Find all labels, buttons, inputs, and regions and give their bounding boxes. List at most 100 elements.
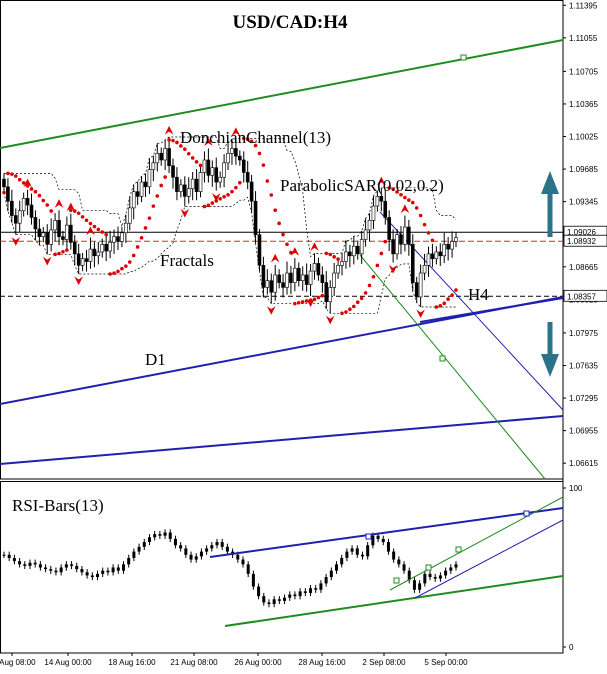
sar-dot (281, 232, 285, 237)
candle-body (25, 198, 30, 206)
candle-body (96, 251, 101, 257)
rsi-bar-body (371, 535, 375, 546)
y-tick-label: 1.06615 (569, 459, 598, 468)
candle-body (171, 165, 175, 178)
candle-body (399, 234, 403, 245)
candle-body (273, 274, 278, 293)
candle-body (72, 242, 77, 255)
sar-dot (198, 163, 203, 168)
candle-body (293, 267, 297, 283)
candle-body (391, 239, 395, 255)
x-tick-label: 5 Sep 00:00 (424, 658, 468, 667)
sar-dot (340, 311, 344, 316)
sar-dot (430, 238, 435, 243)
rsi-bar-body (340, 557, 344, 565)
rsi-bar-body (194, 556, 198, 560)
candle-body (100, 243, 105, 253)
sar-dot (403, 195, 407, 200)
candle-body (403, 226, 407, 245)
y-tick-label: 1.11055 (569, 34, 598, 43)
sar-dot (100, 230, 105, 234)
rsi-bar-body (283, 597, 287, 601)
candle-body (454, 237, 458, 242)
candle-body (179, 184, 183, 192)
annotation-label: D1 (145, 350, 166, 369)
rsi-bar-body (433, 577, 437, 579)
candle-body (296, 267, 301, 281)
sar-dot (159, 183, 164, 188)
rsi-y-tick-label: 0 (569, 643, 574, 652)
candle-body (379, 196, 384, 202)
candle-body (300, 274, 305, 281)
rsi-anchor (425, 564, 432, 571)
candle-body (324, 282, 329, 303)
rsi-bar-body (381, 538, 385, 543)
sar-dot (344, 310, 348, 314)
candle-body (245, 172, 250, 183)
candle-body (367, 220, 372, 231)
candle-body (257, 234, 262, 266)
candle-body (352, 245, 356, 257)
candle-body (238, 155, 242, 161)
candle-body (147, 169, 152, 188)
candle-body (281, 282, 285, 288)
rsi-bar-body (225, 546, 229, 552)
x-tick-label: 18 Aug 16:00 (108, 658, 156, 667)
sar-dot (328, 252, 333, 257)
rsi-bar-body (319, 583, 323, 590)
rsi-bar-body (33, 562, 37, 565)
candle-body (234, 148, 238, 157)
price-label-text: 1.08932 (567, 237, 596, 246)
candle-body (285, 272, 289, 288)
rsi-bar-body (215, 542, 219, 546)
y-tick-label: 1.08665 (569, 263, 598, 272)
sar-dot (226, 193, 230, 197)
sar-dot (190, 156, 195, 160)
x-tick-label: 14 Aug 00:00 (44, 658, 92, 667)
sar-dot (53, 252, 57, 257)
sar-dot (155, 194, 160, 198)
candle-body (10, 200, 14, 216)
sar-dot (218, 196, 222, 201)
sar-dot (139, 235, 144, 240)
rsi-anchor (455, 546, 462, 553)
x-tick-label: 21 Aug 08:00 (170, 658, 218, 667)
sar-dot (57, 251, 61, 256)
candle-body (21, 198, 26, 212)
sar-dot (230, 189, 234, 194)
candle-body (84, 258, 89, 262)
rsi-bar-body (376, 535, 380, 539)
candle-body (434, 251, 439, 259)
rsi-bar-body (303, 591, 307, 593)
rsi-bar-body (142, 542, 146, 547)
candle-body (80, 258, 85, 266)
rsi-bar-body (173, 538, 177, 546)
y-tick-label: 1.10365 (569, 100, 598, 109)
sar-dot (407, 198, 411, 202)
sar-dot (76, 211, 81, 216)
rsi-bar-body (309, 588, 313, 593)
rsi-bar-body (205, 548, 209, 552)
sar-dot (96, 227, 101, 232)
rsi-bar-body (163, 532, 167, 536)
candle-body (442, 243, 447, 257)
rsi-bar-body (355, 548, 359, 555)
candle-body (167, 148, 171, 167)
sar-dot (120, 266, 124, 271)
rsi-bar-body (288, 594, 292, 598)
main-pane-frame (0, 0, 564, 480)
rsi-bar-body (90, 575, 94, 578)
x-tick-label: 13 Aug 08:00 (0, 658, 36, 667)
rsi-bar-body (236, 554, 240, 560)
sar-dot (418, 213, 423, 218)
sar-dot (65, 248, 69, 252)
candle-body (186, 188, 191, 197)
rsi-anchor (523, 510, 530, 517)
sar-dot (194, 160, 199, 164)
candle-body (131, 191, 136, 209)
sar-dot (92, 224, 97, 229)
price-label-text: 1.08357 (567, 292, 596, 301)
candle-body (340, 261, 344, 266)
rsi-anchor (393, 577, 400, 584)
chart-title: USD/CAD:H4 (232, 12, 348, 33)
